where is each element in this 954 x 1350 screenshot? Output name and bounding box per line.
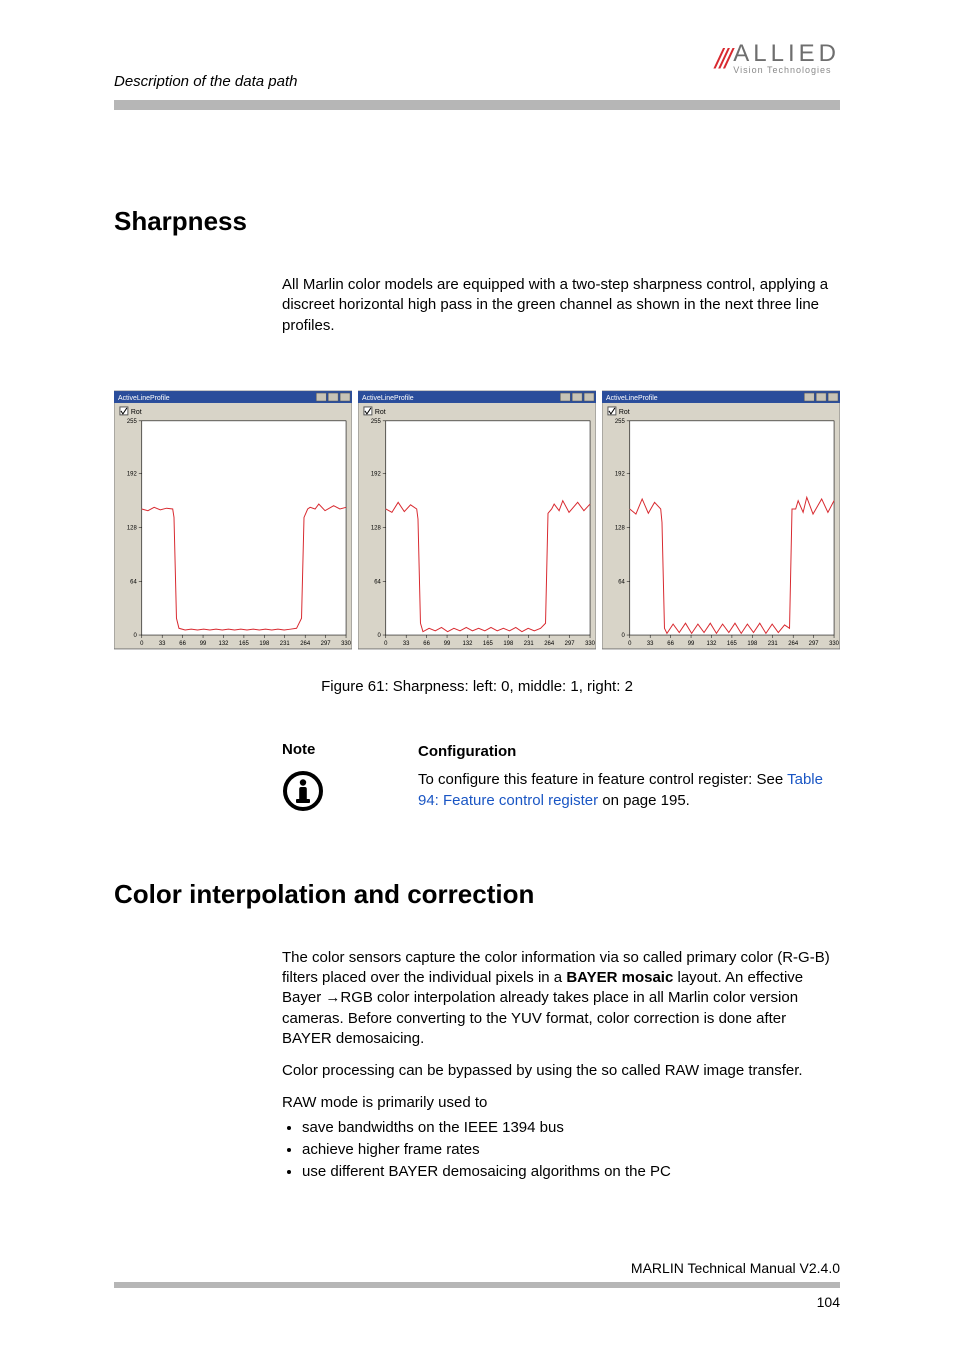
section-heading-sharpness: Sharpness [114,206,840,237]
list-item: achieve higher frame rates [302,1140,840,1160]
svg-text:99: 99 [200,641,207,647]
svg-text:264: 264 [300,641,311,647]
svg-text:99: 99 [444,641,451,647]
chart-sharpness-1: ActiveLineProfileRot06412819225503366991… [358,390,596,650]
svg-text:128: 128 [127,525,138,531]
svg-text:192: 192 [127,471,137,477]
svg-text:33: 33 [403,641,410,647]
svg-text:64: 64 [618,579,625,585]
note-label: Note [282,741,400,758]
sharpness-body: All Marlin color models are equipped wit… [282,275,840,336]
svg-text:128: 128 [371,525,382,531]
svg-text:255: 255 [371,419,382,425]
svg-text:132: 132 [463,641,473,647]
svg-text:198: 198 [503,641,514,647]
section-heading-color: Color interpolation and correction [114,879,840,910]
chart-sharpness-0: ActiveLineProfileRot06412819225503366991… [114,390,352,650]
info-icon [282,770,400,817]
svg-text:297: 297 [321,641,331,647]
svg-text:ActiveLineProfile: ActiveLineProfile [118,395,170,402]
svg-text:99: 99 [688,641,695,647]
manual-version: MARLIN Technical Manual V2.4.0 [114,1260,840,1276]
footer-rule [114,1282,840,1288]
svg-text:297: 297 [809,641,819,647]
logo: /// ALLIED Vision Technologies [715,42,840,75]
svg-text:198: 198 [259,641,270,647]
svg-text:33: 33 [159,641,166,647]
svg-text:330: 330 [829,641,840,647]
svg-text:64: 64 [130,579,137,585]
svg-text:66: 66 [423,641,430,647]
svg-text:132: 132 [219,641,229,647]
svg-text:Rot: Rot [131,409,142,416]
logo-main-text: ALLIED [733,42,840,66]
svg-text:264: 264 [788,641,799,647]
svg-text:ActiveLineProfile: ActiveLineProfile [606,395,658,402]
svg-text:64: 64 [374,579,381,585]
note-text: To configure this feature in feature con… [418,769,840,813]
note-block: Note Configuration To configure this fea… [282,741,840,817]
page-number: 104 [114,1294,840,1310]
svg-text:66: 66 [179,641,186,647]
svg-text:33: 33 [647,641,654,647]
figure-caption: Figure 61: Sharpness: left: 0, middle: 1… [114,678,840,695]
color-p1: The color sensors capture the color info… [282,948,840,1049]
svg-text:330: 330 [341,641,352,647]
list-item: use different BAYER demosaicing algorith… [302,1162,840,1182]
svg-text:66: 66 [667,641,674,647]
list-item: save bandwidths on the IEEE 1394 bus [302,1118,840,1138]
chart-sharpness-2: ActiveLineProfileRot06412819225503366991… [602,390,840,650]
svg-text:Rot: Rot [619,409,630,416]
svg-text:192: 192 [615,471,625,477]
svg-text:297: 297 [565,641,575,647]
breadcrumb: Description of the data path [114,73,297,90]
svg-text:165: 165 [483,641,494,647]
header-rule [114,100,840,110]
color-body: The color sensors capture the color info… [282,948,840,1183]
page-header: Description of the data path /// ALLIED … [114,48,840,96]
logo-sub-text: Vision Technologies [733,66,840,75]
color-p3: RAW mode is primarily used to [282,1093,840,1113]
raw-mode-list: save bandwidths on the IEEE 1394 bus ach… [302,1118,840,1183]
svg-text:255: 255 [615,419,626,425]
svg-text:128: 128 [615,525,626,531]
color-p2: Color processing can be bypassed by usin… [282,1061,840,1081]
svg-text:192: 192 [371,471,381,477]
note-subhead: Configuration [418,741,840,763]
svg-text:231: 231 [524,641,535,647]
svg-text:330: 330 [585,641,596,647]
svg-text:132: 132 [707,641,717,647]
logo-slash-icon: /// [715,43,729,75]
page-footer: MARLIN Technical Manual V2.4.0 104 [114,1260,840,1310]
svg-text:231: 231 [768,641,779,647]
svg-text:255: 255 [127,419,138,425]
svg-text:264: 264 [544,641,555,647]
svg-text:165: 165 [239,641,250,647]
svg-text:Rot: Rot [375,409,386,416]
svg-text:198: 198 [747,641,758,647]
svg-text:231: 231 [280,641,291,647]
svg-text:165: 165 [727,641,738,647]
sharpness-charts: ActiveLineProfileRot06412819225503366991… [114,390,840,650]
svg-text:ActiveLineProfile: ActiveLineProfile [362,395,414,402]
